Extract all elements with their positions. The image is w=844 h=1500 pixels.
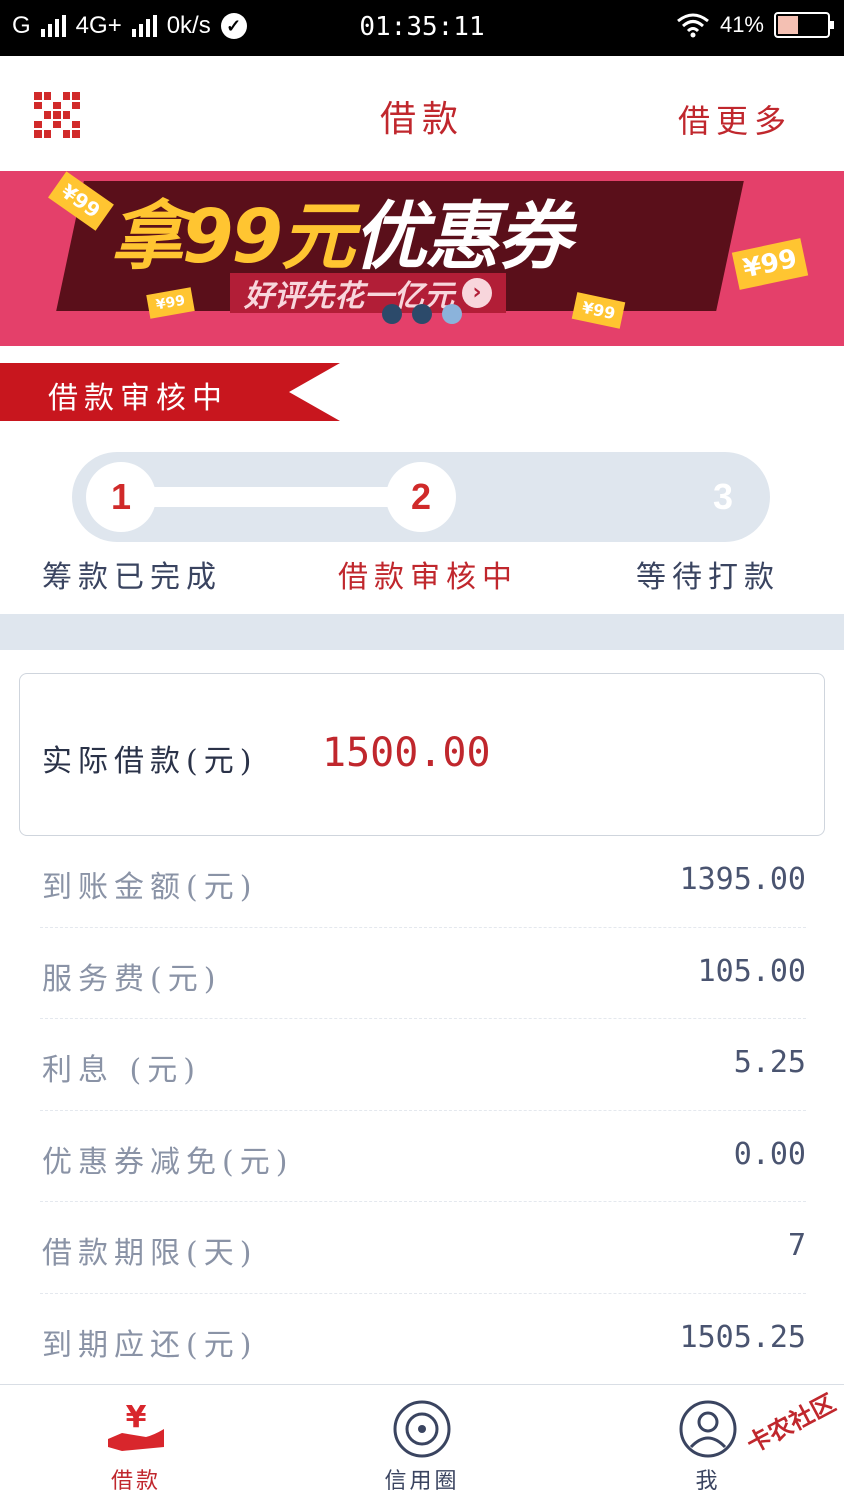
step-3-label: 等待打款 [636, 560, 780, 595]
loan-amount-label: 实际借款(元) [42, 744, 258, 779]
battery-icon [774, 12, 834, 38]
detail-value: 1395.00 [679, 862, 806, 897]
progress-steps: 1 2 3 筹款已完成 借款审核中 等待打款 [0, 430, 844, 610]
status-bar: G 4G+ 0k/s ✓ 01:35:11 41% [0, 0, 844, 56]
user-icon [679, 1400, 737, 1458]
app-header: 借款 借更多 [0, 56, 844, 171]
yen-hand-icon: ¥ [108, 1400, 164, 1451]
nav-label-me: 我 [695, 1469, 721, 1494]
status-ribbon-label: 借款审核中 [48, 381, 228, 416]
nav-item-credit-circle[interactable]: 信用圈 [352, 1385, 492, 1500]
chevron-right-icon: › [462, 278, 492, 308]
detail-row: 服务费(元) 105.00 [40, 928, 806, 1019]
loan-amount-card: 实际借款(元) 1500.00 [19, 673, 825, 836]
detail-label: 优惠券减免(元) [42, 1144, 294, 1180]
detail-value: 105.00 [697, 953, 806, 989]
promo-banner[interactable]: 拿99元优惠券 好评先花一亿元 › ¥99 ¥99 ¥99 ¥99 [0, 171, 844, 346]
banner-headline-white: 优惠券 [352, 194, 571, 280]
status-ribbon: 借款审核中 [0, 363, 340, 421]
detail-label: 服务费(元) [42, 961, 222, 997]
detail-label: 到账金额(元) [42, 870, 258, 905]
credit-circle-icon [393, 1400, 451, 1458]
wifi-icon [677, 13, 709, 38]
nav-label-credit-circle: 信用圈 [384, 1469, 460, 1494]
section-divider [0, 614, 844, 650]
carousel-dot[interactable] [412, 304, 432, 324]
banner-subtitle: 好评先花一亿元 › [230, 273, 506, 314]
detail-value: 5.25 [733, 1045, 806, 1080]
step-3-node: 3 [712, 476, 734, 517]
coupon-tag: ¥99 [731, 238, 809, 290]
loan-amount-value: 1500.00 [322, 730, 491, 776]
banner-headline-yellow: 拿99元 [110, 194, 355, 280]
nav-label-loan: 借款 [110, 1469, 161, 1494]
loan-details-list: 到账金额(元) 1395.00 服务费(元) 105.00 利息 (元) 5.2… [40, 836, 806, 1385]
carousel-dot-active[interactable] [442, 304, 462, 324]
step-1-node: 1 [86, 462, 156, 532]
banner-headline: 拿99元优惠券 [110, 177, 571, 284]
carousel-indicator[interactable] [382, 304, 462, 324]
detail-label: 借款期限(天) [42, 1236, 258, 1271]
detail-label: 到期应还(元) [42, 1327, 258, 1363]
step-2-label: 借款审核中 [338, 560, 518, 595]
detail-row: 利息 (元) 5.25 [40, 1019, 806, 1111]
detail-value: 1505.25 [679, 1319, 806, 1355]
detail-row: 优惠券减免(元) 0.00 [40, 1111, 806, 1202]
borrow-more-link[interactable]: 借更多 [678, 96, 792, 142]
detail-row: 借款期限(天) 7 [40, 1202, 806, 1294]
detail-row: 到账金额(元) 1395.00 [40, 836, 806, 928]
detail-label: 利息 (元) [42, 1053, 201, 1088]
svg-text:¥: ¥ [126, 1400, 147, 1435]
nav-item-loan[interactable]: ¥ 借款 [66, 1385, 206, 1500]
detail-row: 到期应还(元) 1505.25 [40, 1294, 806, 1386]
carousel-dot[interactable] [382, 304, 402, 324]
detail-value: 0.00 [733, 1136, 806, 1172]
step-2-node: 2 [386, 462, 456, 532]
bottom-nav: ¥ 借款 信用圈 我 [0, 1384, 844, 1500]
step-1-label: 筹款已完成 [42, 560, 222, 595]
battery-percent: 41% [719, 12, 764, 37]
detail-value: 7 [787, 1228, 806, 1263]
